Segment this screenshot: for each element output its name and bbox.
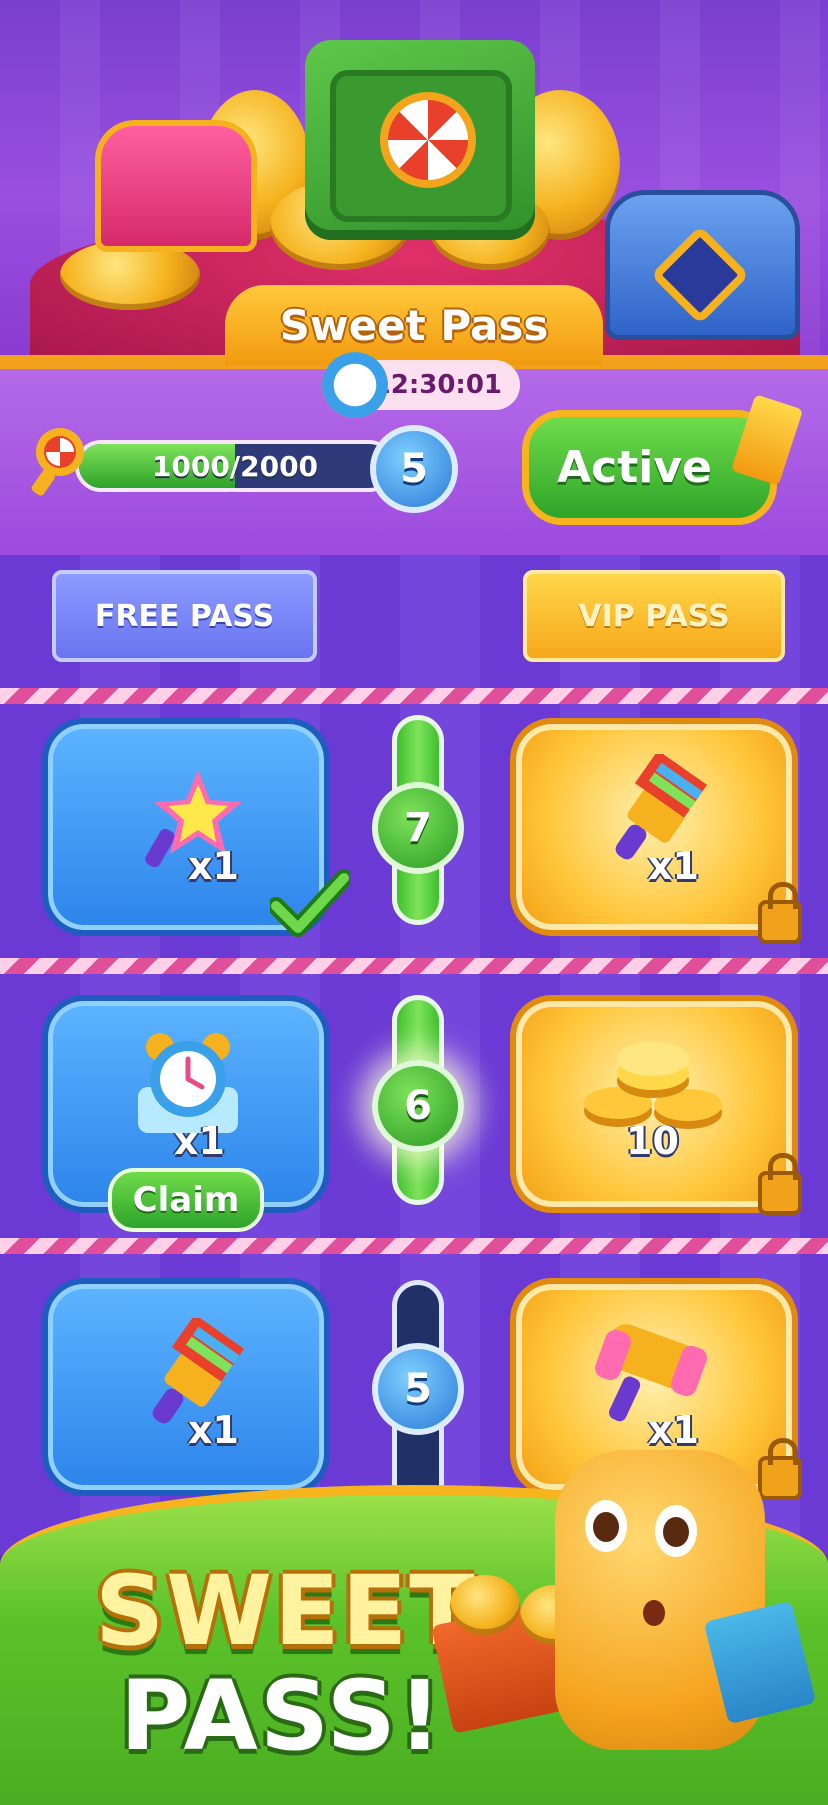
level-node-number: 5: [404, 1366, 432, 1412]
candy-icon: [380, 92, 476, 188]
reward-quantity: 10: [626, 1119, 679, 1163]
reward-quantity: x1: [188, 1408, 239, 1452]
checkmark-icon: [270, 869, 350, 937]
free-pass-label: FREE PASS: [94, 598, 275, 634]
vip-pass-header[interactable]: VIP PASS: [523, 570, 785, 662]
level-node: 7: [372, 782, 464, 874]
alarm-clock-icon: [322, 352, 388, 418]
divider: [0, 688, 828, 704]
claim-label: Claim: [132, 1180, 240, 1220]
vip-reward-card[interactable]: 10: [510, 995, 802, 1215]
mascot-eye: [655, 1505, 697, 1557]
promo-title-line1: SWEET: [95, 1555, 477, 1667]
candy-key-icon: [31, 428, 84, 496]
promo-title-line2: PASS!: [120, 1660, 444, 1772]
mascot-eye: [585, 1500, 627, 1552]
reward-quantity: x1: [648, 1408, 699, 1452]
lock-icon: [758, 882, 802, 944]
page-title: Sweet Pass: [279, 300, 549, 350]
divider: [0, 1238, 828, 1254]
vip-reward-card[interactable]: x1: [510, 718, 802, 944]
level-node: 5: [372, 1343, 464, 1435]
level-node-number: 6: [404, 1083, 432, 1129]
free-pass-header: FREE PASS: [52, 570, 317, 662]
claim-button[interactable]: Claim: [108, 1168, 264, 1232]
level-number: 5: [400, 446, 428, 492]
reward-quantity: x1: [648, 844, 699, 888]
level-node-number: 7: [404, 805, 432, 851]
progress-text: 1000/2000: [151, 449, 319, 483]
level-badge: 5: [370, 425, 458, 513]
level-node: 6: [372, 1060, 464, 1152]
free-reward-card[interactable]: x1: [42, 1278, 330, 1496]
lock-icon: [758, 1438, 802, 1500]
reward-quantity: x1: [188, 844, 239, 888]
reward-quantity: x1: [174, 1119, 225, 1163]
divider: [0, 958, 828, 974]
title-banner: Sweet Pass: [225, 285, 603, 365]
lock-icon: [758, 1153, 802, 1215]
coin-icon: [450, 1575, 520, 1635]
active-label: Active: [557, 442, 712, 493]
progress-bar: 1000/2000: [75, 440, 395, 492]
vip-pass-label: VIP PASS: [578, 598, 730, 634]
timer-text: 12:30:01: [372, 370, 502, 400]
mascot-mouth: [643, 1600, 665, 1626]
pink-chest-icon: [95, 120, 257, 252]
